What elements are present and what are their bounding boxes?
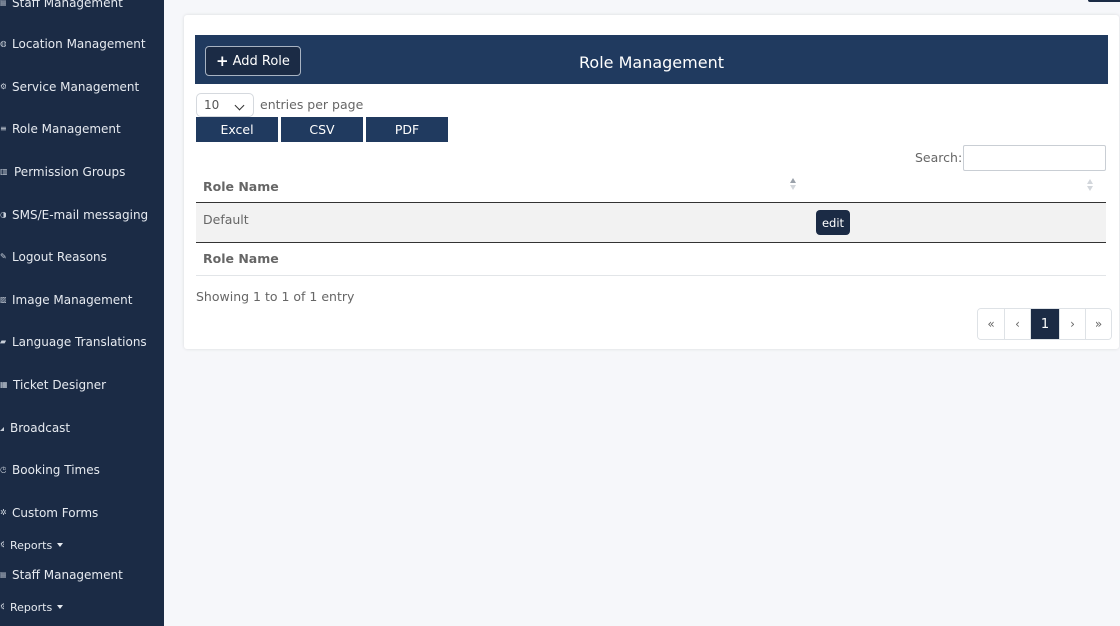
service-icon: ⚙ xyxy=(0,83,6,91)
next-page-button[interactable]: › xyxy=(1059,309,1085,339)
sidebar-item-label: Custom Forms xyxy=(12,506,99,520)
entries-value: 10 xyxy=(204,98,220,112)
sidebar-item-label: Reports xyxy=(10,538,53,552)
sidebar-item-label: Booking Times xyxy=(12,463,100,477)
last-page-button[interactable]: » xyxy=(1085,309,1111,339)
sidebar-item-label: Language Translations xyxy=(12,335,147,349)
pdf-export-button[interactable]: PDF xyxy=(366,117,448,142)
sidebar-item-label: Reports xyxy=(10,600,53,614)
top-right-tab[interactable] xyxy=(1088,0,1120,2)
reports-icon: ⚙ xyxy=(0,603,4,611)
clock-icon: ◷ xyxy=(0,466,6,474)
sidebar-item-permission-groups[interactable]: ▥ Permission Groups xyxy=(0,162,125,182)
caret-down-icon xyxy=(57,543,64,547)
sidebar-item-label: Location Management xyxy=(12,37,146,51)
list-icon: ≡ xyxy=(0,125,6,133)
broadcast-icon: ◢ xyxy=(0,424,4,432)
translate-icon: ▰ xyxy=(0,338,6,346)
sidebar-item-ticket-designer[interactable]: ▦ Ticket Designer xyxy=(0,375,106,395)
column-header-role-name[interactable]: Role Name xyxy=(203,179,279,194)
sidebar-item-logout-reasons[interactable]: ✎ Logout Reasons xyxy=(0,247,107,267)
image-icon: ▨ xyxy=(0,296,6,304)
message-icon: ◑ xyxy=(0,211,6,219)
sidebar-item-label: Service Management xyxy=(12,80,140,94)
sidebar: ▤ Staff Management ◍ Location Management… xyxy=(0,0,164,626)
sidebar-item-staff-management[interactable]: ▤ Staff Management xyxy=(0,0,123,13)
entries-per-page-select[interactable]: 10 xyxy=(196,93,254,117)
sidebar-item-reports-2[interactable]: ⚙ Reports xyxy=(0,597,64,617)
previous-page-button[interactable]: ‹ xyxy=(1004,309,1030,339)
location-icon: ◍ xyxy=(0,40,6,48)
sidebar-item-label: Logout Reasons xyxy=(12,250,107,264)
sidebar-item-label: Staff Management xyxy=(12,0,123,10)
gear-icon: ✲ xyxy=(0,509,6,517)
footer-column-role-name: Role Name xyxy=(203,251,279,266)
sidebar-item-label: Image Management xyxy=(12,293,133,307)
caret-down-icon xyxy=(57,605,64,609)
sidebar-item-service-management[interactable]: ⚙ Service Management xyxy=(0,77,139,97)
search-label: Search: xyxy=(915,150,963,165)
sidebar-item-location-management[interactable]: ◍ Location Management xyxy=(0,34,146,54)
page-1-button[interactable]: 1 xyxy=(1030,309,1059,339)
edit-button[interactable]: edit xyxy=(816,210,850,235)
sidebar-item-role-management[interactable]: ≡ Role Management xyxy=(0,119,121,139)
reports-icon: ⚙ xyxy=(0,541,4,549)
lock-icon: ▥ xyxy=(0,168,8,176)
sidebar-item-sms-email-messaging[interactable]: ◑ SMS/E-mail messaging xyxy=(0,205,148,225)
sort-asc-icon[interactable] xyxy=(790,178,798,192)
first-page-button[interactable]: « xyxy=(978,309,1004,339)
sidebar-item-staff-management-2[interactable]: ▤ Staff Management xyxy=(0,565,123,585)
sidebar-item-label: Permission Groups xyxy=(14,165,126,179)
staff-icon: ▤ xyxy=(0,571,6,579)
sidebar-item-label: SMS/E-mail messaging xyxy=(12,208,149,222)
staff-icon: ▤ xyxy=(0,0,6,7)
card-header: + Add Role Role Management xyxy=(195,35,1108,84)
chevron-down-icon xyxy=(234,100,245,111)
sidebar-item-label: Staff Management xyxy=(12,568,123,582)
page-title: Role Management xyxy=(579,53,724,72)
pencil-icon: ✎ xyxy=(0,253,6,261)
sidebar-item-reports[interactable]: ⚙ Reports xyxy=(0,535,64,555)
entries-per-page-label: entries per page xyxy=(260,97,364,112)
table-body-divider xyxy=(196,242,1106,243)
ticket-icon: ▦ xyxy=(0,381,7,389)
role-management-card: + Add Role Role Management 10 entries pe… xyxy=(184,15,1119,349)
sidebar-item-label: Role Management xyxy=(12,122,121,136)
excel-export-button[interactable]: Excel xyxy=(196,117,278,142)
sidebar-item-booking-times[interactable]: ◷ Booking Times xyxy=(0,460,100,480)
table-row xyxy=(196,203,1106,242)
sidebar-item-broadcast[interactable]: ◢ Broadcast xyxy=(0,418,70,438)
table-footer-divider xyxy=(196,275,1106,276)
sort-icon[interactable] xyxy=(1087,179,1095,193)
role-name-cell: Default xyxy=(203,212,249,227)
sidebar-item-label: Ticket Designer xyxy=(13,378,107,392)
csv-export-button[interactable]: CSV xyxy=(281,117,363,142)
table-info: Showing 1 to 1 of 1 entry xyxy=(196,289,355,304)
sidebar-item-language-translations[interactable]: ▰ Language Translations xyxy=(0,332,147,352)
sidebar-item-label: Broadcast xyxy=(10,421,71,435)
sidebar-item-image-management[interactable]: ▨ Image Management xyxy=(0,290,132,310)
sidebar-item-custom-forms[interactable]: ✲ Custom Forms xyxy=(0,503,98,523)
search-input[interactable] xyxy=(963,145,1106,171)
pagination: « ‹ 1 › » xyxy=(977,308,1112,340)
